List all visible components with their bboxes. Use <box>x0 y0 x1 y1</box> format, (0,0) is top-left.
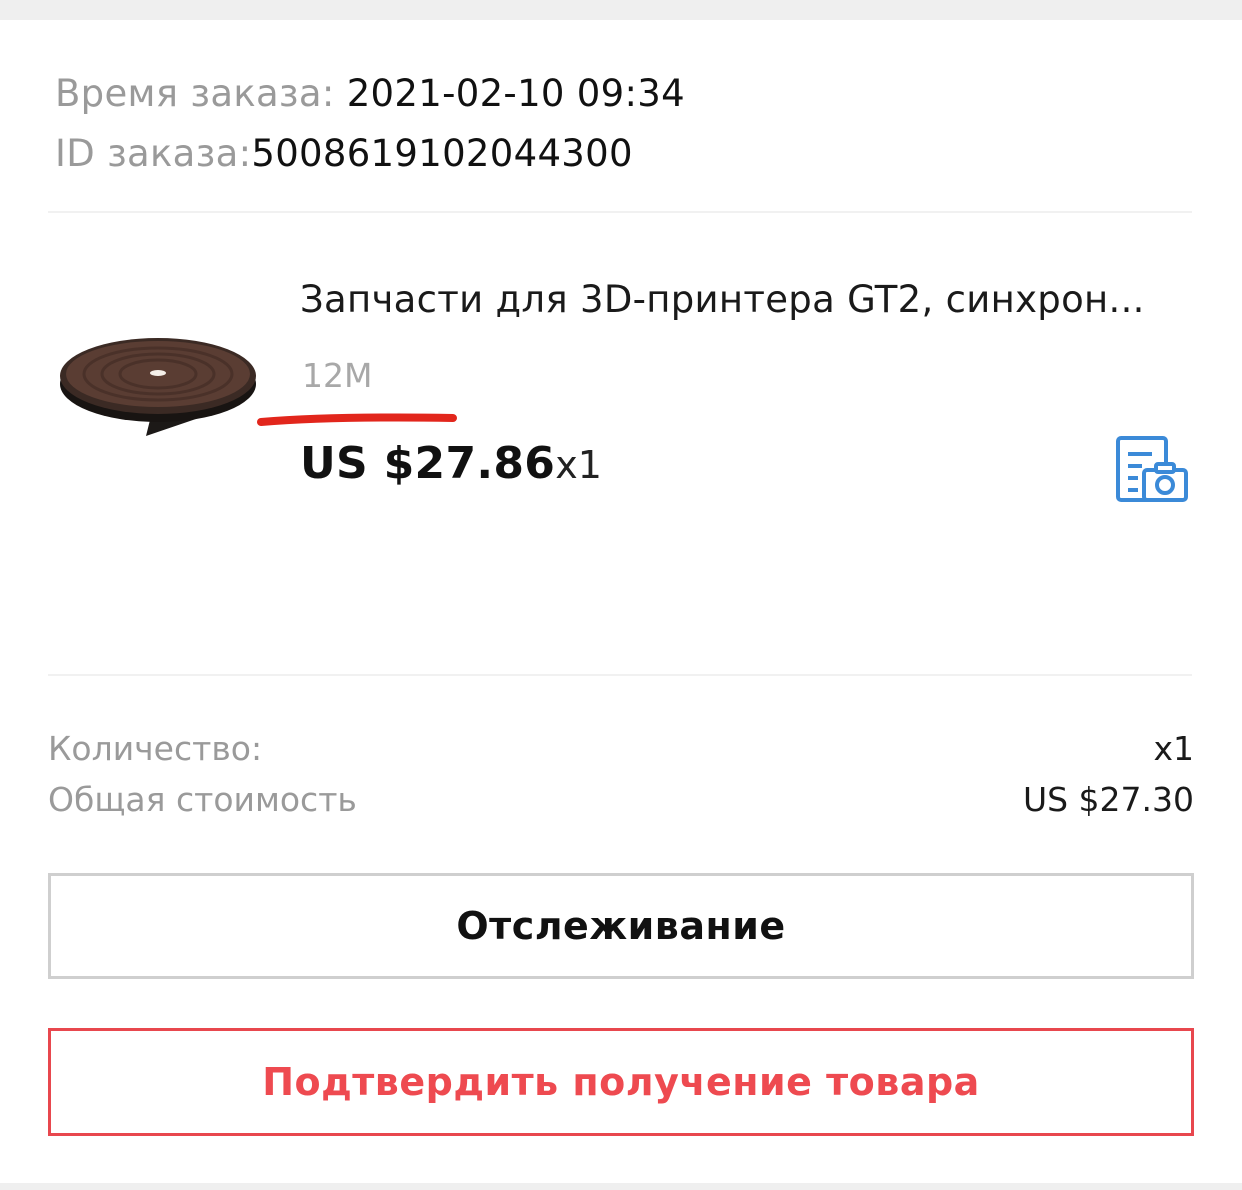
order-snapshot-camera-icon[interactable] <box>1112 434 1192 506</box>
product-quantity: x1 <box>555 443 602 487</box>
order-id-label: ID заказа: <box>55 132 252 175</box>
summary-total-value: US $27.30 <box>1022 780 1194 819</box>
order-time-value: 2021-02-10 09:34 <box>346 72 685 115</box>
order-id-value[interactable]: 5008619102044300 <box>251 132 632 175</box>
divider <box>48 211 1192 213</box>
product-title[interactable]: Запчасти для 3D-принтера GT2, синхрон... <box>300 278 1180 321</box>
order-time-row: Время заказа: 2021-02-10 09:34 <box>55 64 685 124</box>
price-row: US $27.86x1 <box>300 438 602 489</box>
order-card: Время заказа: 2021-02-10 09:34 ID заказа… <box>0 20 1242 1183</box>
summary-total-row: Общая стоимость US $27.30 <box>48 775 1194 825</box>
order-meta: Время заказа: 2021-02-10 09:34 ID заказа… <box>55 64 685 184</box>
product-variant: 12M <box>302 356 373 395</box>
red-underline-annotation <box>257 413 457 426</box>
summary-quantity-row: Количество: x1 <box>48 724 1194 774</box>
summary-quantity-value: x1 <box>1153 729 1194 768</box>
summary-quantity-label: Количество: <box>48 729 263 768</box>
confirm-receipt-button[interactable]: Подтвердить получение товара <box>48 1028 1194 1136</box>
divider <box>48 674 1192 676</box>
order-time-label: Время заказа: <box>55 72 347 115</box>
summary-total-label: Общая стоимость <box>48 780 357 819</box>
order-id-row: ID заказа:5008619102044300 <box>55 124 685 184</box>
product-price: US $27.86 <box>300 438 556 489</box>
tracking-button[interactable]: Отслеживание <box>48 873 1194 979</box>
product-thumbnail[interactable] <box>50 302 270 452</box>
